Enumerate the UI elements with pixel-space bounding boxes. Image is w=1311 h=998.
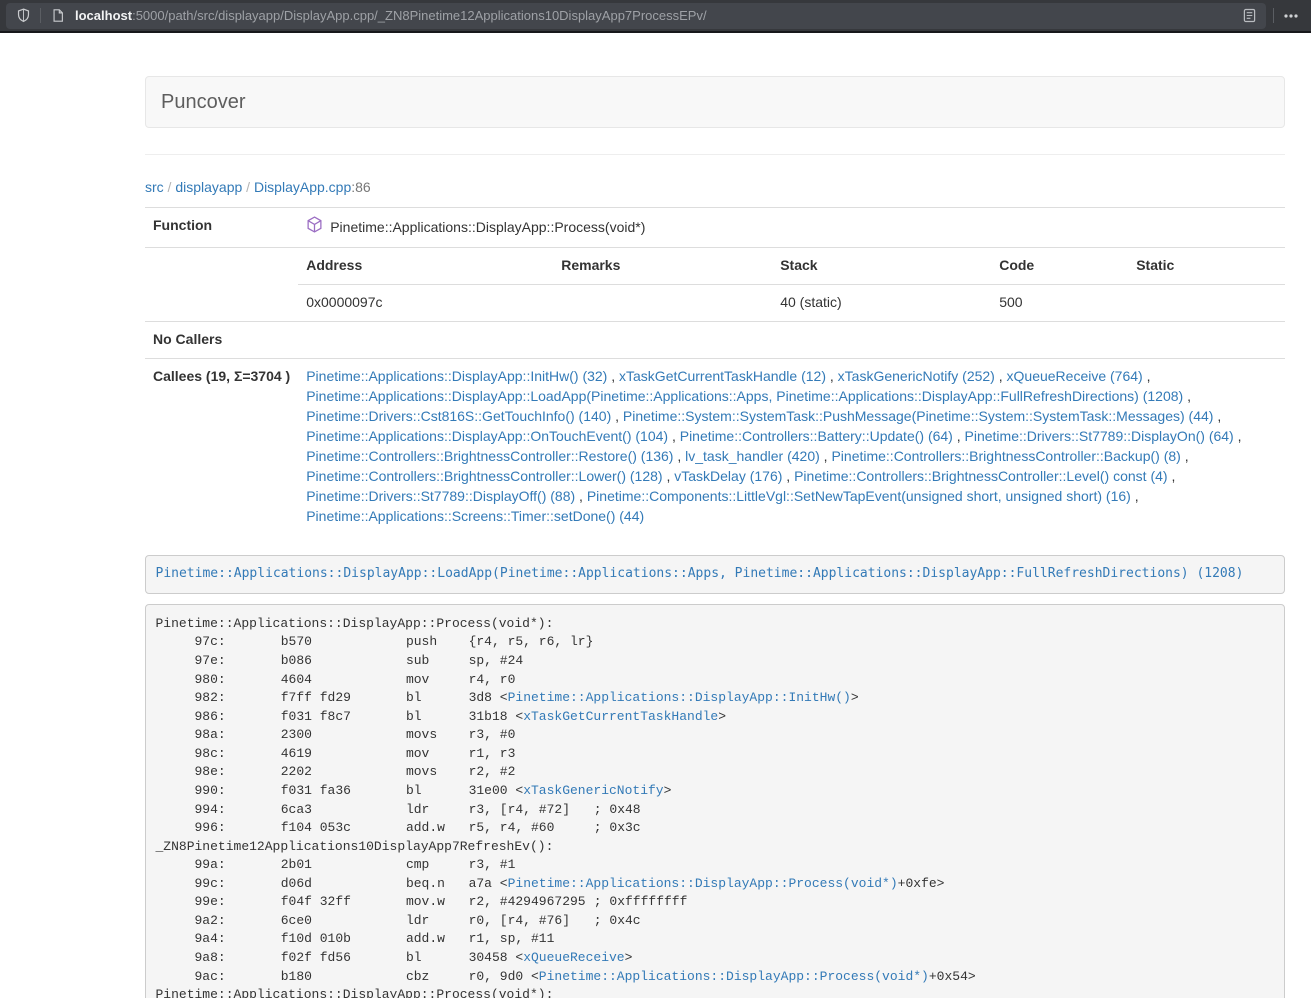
function-label: Function [145, 208, 298, 248]
value-address: 0x0000097c [298, 284, 553, 320]
callee-separator: , [1181, 448, 1189, 464]
col-address: Address [298, 248, 553, 284]
callee-link[interactable]: vTaskDelay (176) [674, 468, 782, 484]
breadcrumb-separator: / [242, 179, 254, 195]
page-content: Puncover src / displayapp / DisplayApp.c… [145, 33, 1285, 998]
disassembly-symbol-link[interactable]: Pinetime::Applications::DisplayApp::Proc… [508, 876, 898, 891]
callee-separator: , [1213, 408, 1221, 424]
value-static [1128, 284, 1285, 320]
metrics-value-row: 0x0000097c 40 (static) 500 [298, 284, 1285, 320]
callee-link[interactable]: Pinetime::Applications::DisplayApp::Init… [306, 368, 607, 384]
url-bar[interactable]: localhost:5000/path/src/displayapp/Displ… [6, 3, 1266, 29]
overflow-menu-icon[interactable] [1281, 6, 1301, 26]
disassembly-symbol-link[interactable]: xTaskGenericNotify [523, 783, 663, 798]
callee-separator: , [673, 448, 685, 464]
col-code: Code [991, 248, 1128, 284]
disassembly-code: Pinetime::Applications::DisplayApp::Proc… [156, 616, 976, 998]
callee-separator: , [663, 468, 675, 484]
reader-view-icon[interactable] [1239, 6, 1259, 26]
url-input[interactable]: localhost:5000/path/src/displayapp/Displ… [75, 8, 1239, 23]
value-code: 500 [991, 284, 1128, 320]
toolbar-divider [1273, 8, 1274, 23]
callee-separator: , [1234, 428, 1242, 444]
callee-separator: , [668, 428, 680, 444]
value-remarks [553, 284, 772, 320]
callee-separator: , [607, 368, 619, 384]
callee-separator: , [826, 368, 838, 384]
breadcrumb-link[interactable]: DisplayApp.cpp [254, 179, 351, 195]
callees-label: Callees (19, Σ=3704 ) [145, 358, 298, 534]
loadapp-link[interactable]: Pinetime::Applications::DisplayApp::Load… [156, 566, 1244, 581]
metrics-table: Address Remarks Stack Code Static 0x0000… [298, 248, 1285, 321]
disassembly-block: Pinetime::Applications::DisplayApp::Proc… [145, 604, 1285, 998]
callees-list: Pinetime::Applications::DisplayApp::Init… [298, 358, 1285, 534]
no-callers-row: No Callers [145, 321, 1285, 358]
callee-link[interactable]: Pinetime::Controllers::BrightnessControl… [306, 448, 673, 464]
callee-link[interactable]: Pinetime::System::SystemTask::PushMessag… [623, 408, 1214, 424]
callee-link[interactable]: Pinetime::Controllers::BrightnessControl… [306, 468, 662, 484]
disassembly-symbol-link[interactable]: xQueueReceive [523, 950, 624, 965]
callee-separator: , [782, 468, 794, 484]
callee-separator: , [1168, 468, 1176, 484]
callee-link[interactable]: Pinetime::Applications::DisplayApp::OnTo… [306, 428, 668, 444]
url-bar-divider [40, 8, 41, 23]
col-static: Static [1128, 248, 1285, 284]
callee-link[interactable]: Pinetime::Controllers::BrightnessControl… [831, 448, 1180, 464]
browser-toolbar: localhost:5000/path/src/displayapp/Displ… [0, 0, 1311, 33]
callee-separator: , [995, 368, 1007, 384]
callee-link[interactable]: Pinetime::Drivers::Cst816S::GetTouchInfo… [306, 408, 611, 424]
cube-icon [306, 216, 323, 239]
url-host: localhost [75, 8, 132, 23]
no-callers-label: No Callers [145, 321, 298, 358]
function-name: Pinetime::Applications::DisplayApp::Proc… [330, 218, 645, 238]
breadcrumb-link[interactable]: displayapp [175, 179, 242, 195]
metrics-row: Address Remarks Stack Code Static 0x0000… [145, 247, 1285, 321]
col-remarks: Remarks [553, 248, 772, 284]
callee-link[interactable]: Pinetime::Applications::DisplayApp::Load… [306, 388, 1183, 404]
disassembly-symbol-link[interactable]: Pinetime::Applications::DisplayApp::Proc… [539, 969, 929, 984]
callee-link[interactable]: lv_task_handler (420) [685, 448, 820, 464]
page-icon [48, 6, 68, 26]
callee-link[interactable]: Pinetime::Drivers::St7789::DisplayOff() … [306, 488, 575, 504]
callee-separator: , [575, 488, 587, 504]
url-path: :5000/path/src/displayapp/DisplayApp.cpp… [132, 8, 707, 23]
navbar: Puncover [145, 76, 1285, 128]
callee-link[interactable]: Pinetime::Applications::Screens::Timer::… [306, 508, 644, 524]
col-stack: Stack [772, 248, 991, 284]
brand-link[interactable]: Puncover [161, 91, 246, 114]
breadcrumb-links: src / displayapp / DisplayApp.cpp [145, 179, 351, 195]
callee-separator: , [953, 428, 965, 444]
value-stack: 40 (static) [772, 284, 991, 320]
breadcrumb: src / displayapp / DisplayApp.cpp:86 [145, 177, 1285, 197]
callee-link[interactable]: Pinetime::Controllers::Battery::Update()… [680, 428, 953, 444]
disassembly-symbol-link[interactable]: xTaskGetCurrentTaskHandle [523, 709, 718, 724]
loadapp-snippet: Pinetime::Applications::DisplayApp::Load… [145, 555, 1285, 595]
breadcrumb-line-number: :86 [351, 179, 370, 195]
callee-link[interactable]: Pinetime::Controllers::BrightnessControl… [794, 468, 1167, 484]
divider [145, 154, 1285, 155]
callee-link[interactable]: xTaskGetCurrentTaskHandle (12) [619, 368, 826, 384]
function-table: Function Pinetime::Applications::Display… [145, 207, 1285, 535]
callee-separator: , [611, 408, 623, 424]
callee-separator: , [1183, 388, 1191, 404]
disassembly-symbol-link[interactable]: Pinetime::Applications::DisplayApp::Init… [508, 690, 851, 705]
callees-row: Callees (19, Σ=3704 ) Pinetime::Applicat… [145, 358, 1285, 534]
callee-link[interactable]: Pinetime::Drivers::St7789::DisplayOn() (… [965, 428, 1234, 444]
shield-icon[interactable] [13, 6, 33, 26]
breadcrumb-separator: / [164, 179, 176, 195]
function-row: Function Pinetime::Applications::Display… [145, 208, 1285, 248]
callee-link[interactable]: Pinetime::Components::LittleVgl::SetNewT… [587, 488, 1131, 504]
callee-separator: , [820, 448, 832, 464]
function-title: Pinetime::Applications::DisplayApp::Proc… [306, 216, 645, 239]
callee-link[interactable]: xQueueReceive (764) [1007, 368, 1143, 384]
callee-separator: , [1131, 488, 1139, 504]
breadcrumb-link[interactable]: src [145, 179, 164, 195]
callee-link[interactable]: xTaskGenericNotify (252) [838, 368, 995, 384]
callee-separator: , [1143, 368, 1151, 384]
metrics-header-row: Address Remarks Stack Code Static [298, 248, 1285, 284]
